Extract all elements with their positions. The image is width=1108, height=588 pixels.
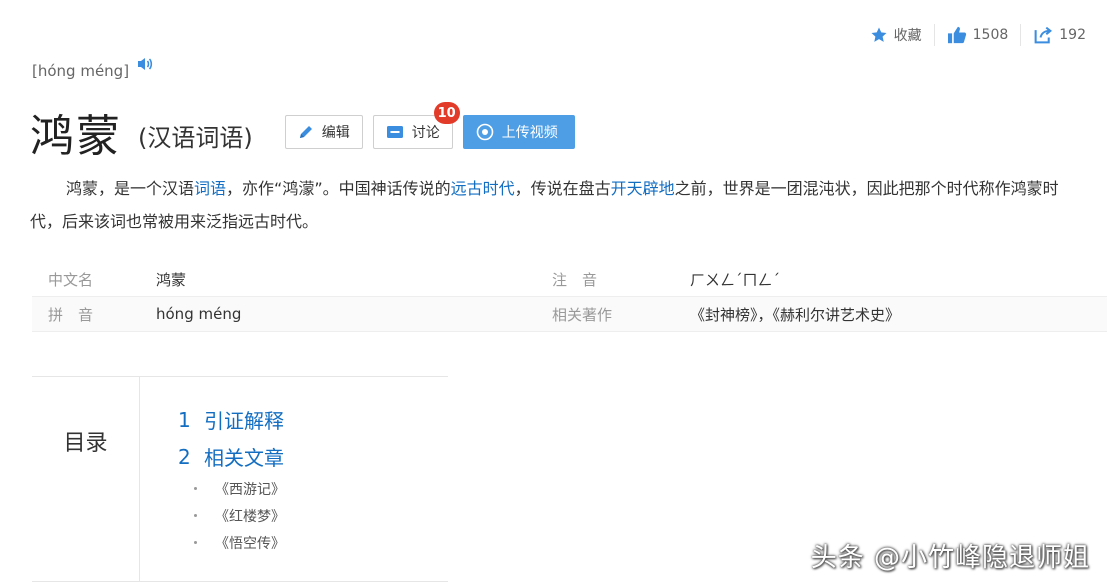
share-button[interactable]: 192 [1021,26,1098,44]
favorite-button[interactable]: 收藏 [858,25,934,45]
toc-heading: 目录 [32,377,140,581]
info-label-related-works: 相关著作 [552,305,613,324]
discuss-count-badge: 10 [433,102,460,124]
bullet-dot [194,487,197,490]
info-row: 拼 音 hóng méng 相关著作 《封神榜》，《赫利尔讲艺术史》 [32,297,1107,332]
toc-subitem-label: 《悟空传》 [215,535,285,552]
discuss-label: 讨论 [411,125,440,141]
bullet-dot [194,541,197,544]
toc-subitem-label: 《红楼梦》 [215,508,285,525]
pinyin-row: [hóng méng] [32,58,153,80]
table-of-contents: 目录 1 引证解释 2 相关文章 《西游记》 《红楼梦》 《悟空传》 [32,376,448,582]
info-value-chinese-name: 鸿蒙 [156,270,187,289]
video-icon [476,123,494,141]
toc-subitem[interactable]: 《悟空传》 [178,529,285,556]
summary-paragraph: 鸿蒙，是一个汉语词语，亦作“鸿濛”。中国神话传说的远古时代，传说在盘古开天辟地之… [30,172,1080,238]
like-count: 1508 [972,27,1009,43]
info-label-zhuyin: 注 音 [552,270,598,289]
edit-button[interactable]: 编辑 [284,115,363,149]
like-button[interactable]: 1508 [935,26,1021,44]
pencil-icon [299,126,312,138]
page-subtitle: (汉语词语) [138,123,253,152]
favorite-label: 收藏 [893,28,922,44]
thumbs-up-icon [947,26,966,44]
toc-subitem[interactable]: 《红楼梦》 [178,502,285,529]
upload-video-button[interactable]: 上传视频 [462,115,575,149]
summary-link-yuangu[interactable]: 远古时代 [451,179,515,198]
toc-item-number: 2 [178,444,191,469]
toc-subitem[interactable]: 《西游记》 [178,475,285,502]
summary-text: ，传说在盘古 [514,179,611,198]
info-value-pinyin: hóng méng [156,305,242,323]
bullet-dot [194,514,197,517]
discuss-button[interactable]: 讨论 10 [372,102,460,149]
toc-item-label: 引证解释 [204,409,284,433]
toc-item-citation[interactable]: 1 引证解释 [178,401,285,438]
info-row: 中文名 鸿蒙 注 音 ㄏㄨㄥˊㄇㄥˊ [32,262,1107,297]
top-actions: 收藏 1508 192 [858,24,1098,46]
comment-icon [386,126,403,138]
toc-list: 1 引证解释 2 相关文章 《西游记》 《红楼梦》 《悟空传》 [140,377,285,581]
summary-text: ，亦作“鸿濛”。中国神话传说的 [226,179,451,198]
speaker-button[interactable] [137,57,153,75]
toc-item-label: 相关文章 [204,446,284,470]
summary-text: 鸿蒙，是一个汉语 [66,179,195,198]
watermark: 头条 @小竹峰隐退师姐 [810,543,1090,573]
info-value-zhuyin: ㄏㄨㄥˊㄇㄥˊ [690,270,781,289]
upload-video-label: 上传视频 [501,125,558,141]
summary-link-ciyu[interactable]: 词语 [194,179,226,198]
pinyin-text: [hóng méng] [32,62,130,80]
edit-label: 编辑 [321,125,350,141]
toc-subitem-label: 《西游记》 [215,481,285,498]
star-icon [871,27,887,42]
title-row: 鸿蒙 (汉语词语) 编辑 讨论 10 上传视频 [30,100,585,164]
toc-item-related-articles[interactable]: 2 相关文章 [178,438,285,475]
info-label-chinese-name: 中文名 [48,270,94,289]
speaker-icon [138,58,153,70]
share-count: 192 [1059,27,1086,43]
info-value-related-works: 《封神榜》，《赫利尔讲艺术史》 [690,305,901,324]
share-icon [1034,26,1053,44]
basic-info-table: 中文名 鸿蒙 注 音 ㄏㄨㄥˊㄇㄥˊ 拼 音 hóng méng 相关著作 《封… [32,262,1107,332]
page-title: 鸿蒙 [30,111,122,162]
info-label-pinyin: 拼 音 [48,305,94,324]
summary-link-kaitian[interactable]: 开天辟地 [611,179,675,198]
toc-item-number: 1 [178,407,191,432]
